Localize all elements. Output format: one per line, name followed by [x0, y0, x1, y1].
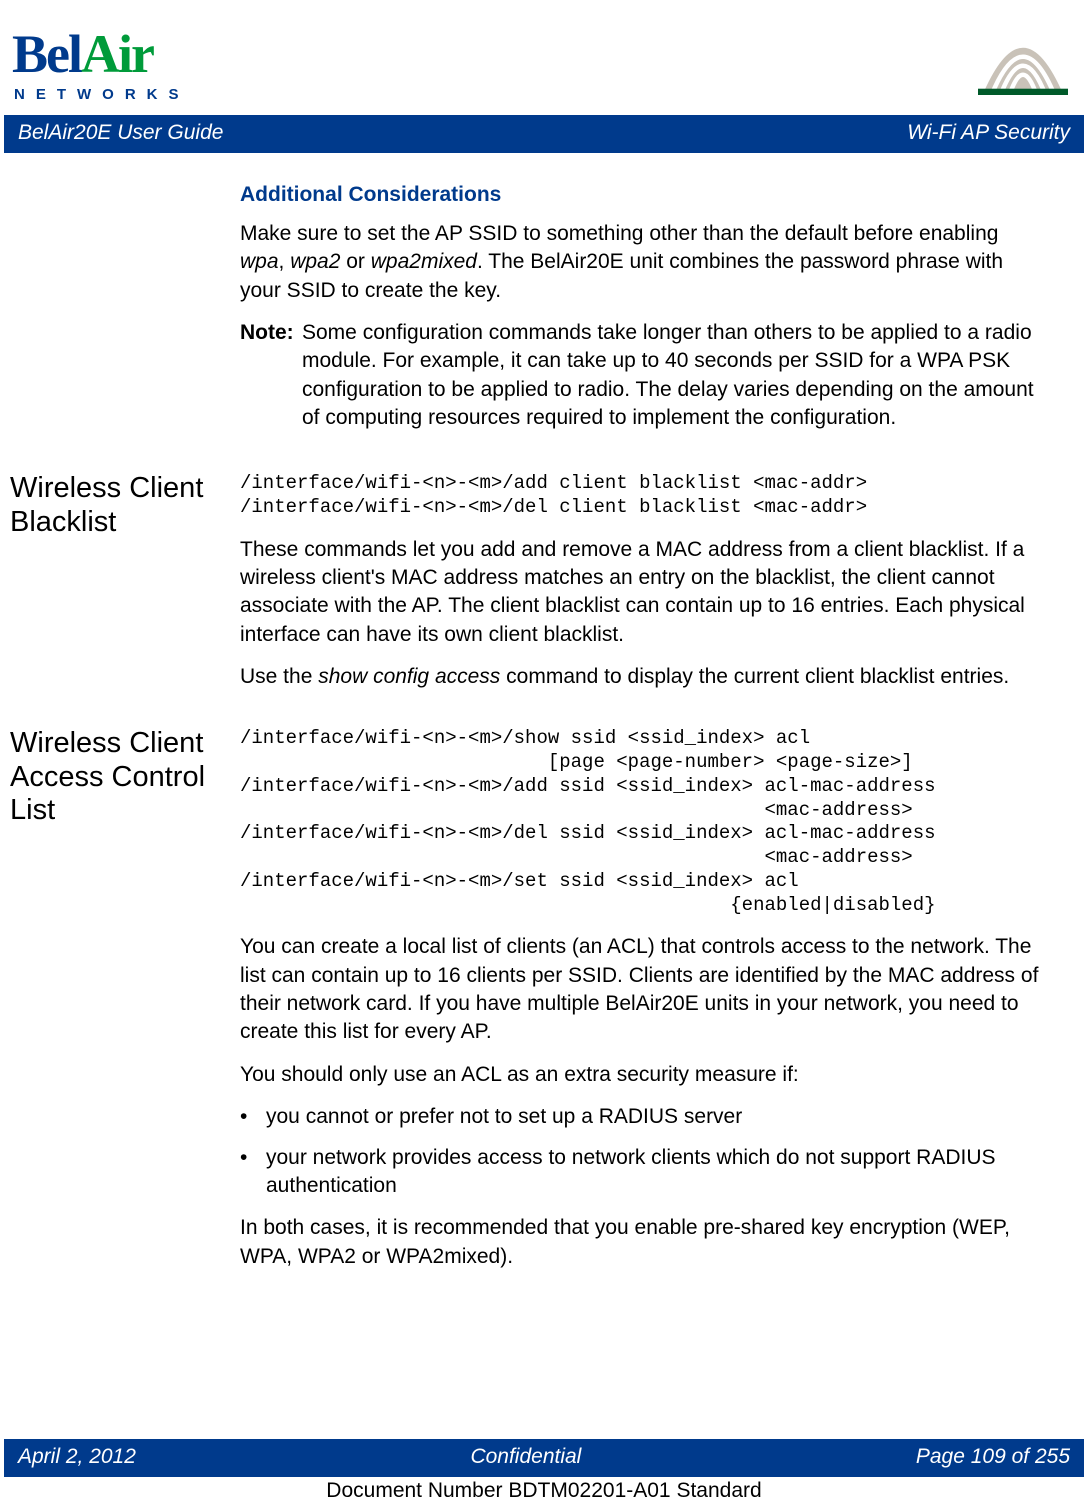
page-header: BelAir NETWORKS [0, 0, 1088, 115]
doc-title-left: BelAir20E User Guide [18, 119, 223, 147]
document-number: Document Number BDTM02201-A01 Standard [0, 1477, 1088, 1505]
footer-bar: April 2, 2012 Confidential Page 109 of 2… [4, 1439, 1084, 1477]
footer-page-number: Page 109 of 255 [916, 1443, 1070, 1471]
code-block: /interface/wifi-<n>-<m>/show ssid <ssid_… [240, 727, 1048, 917]
brand-logo: BelAir NETWORKS [12, 18, 190, 105]
footer-date: April 2, 2012 [18, 1443, 136, 1471]
section-heading-acl: Wireless Client Access Control List [10, 727, 230, 827]
document-title-bar: BelAir20E User Guide Wi-Fi AP Security [4, 115, 1084, 153]
section-heading-blacklist: Wireless Client Blacklist [10, 472, 230, 539]
command-name: show config access [318, 665, 500, 688]
logo-subtext: NETWORKS [12, 85, 190, 105]
body-paragraph: In both cases, it is recommended that yo… [240, 1214, 1048, 1271]
term-wpa: wpa [240, 250, 279, 273]
term-wpa2mixed: wpa2mixed [371, 250, 477, 273]
code-block: /interface/wifi-<n>-<m>/add client black… [240, 472, 1048, 520]
wireless-emblem-icon [978, 18, 1068, 100]
list-item: • you cannot or prefer not to set up a R… [240, 1103, 1048, 1131]
note-text: Some configuration commands take longer … [302, 319, 1048, 432]
doc-title-right: Wi-Fi AP Security [907, 119, 1070, 147]
note-label: Note: [240, 319, 302, 432]
body-paragraph: You should only use an ACL as an extra s… [240, 1061, 1048, 1089]
body-paragraph: Use the show config access command to di… [240, 663, 1048, 691]
logo-text-air: Air [81, 18, 153, 91]
list-item: • your network provides access to networ… [240, 1144, 1048, 1201]
body-paragraph: Make sure to set the AP SSID to somethin… [240, 220, 1048, 305]
subsection-heading: Additional Considerations [240, 181, 1048, 209]
footer-confidential: Confidential [470, 1443, 581, 1471]
body-paragraph: These commands let you add and remove a … [240, 536, 1048, 649]
note-block: Note: Some configuration commands take l… [240, 319, 1048, 432]
bullet-icon: • [240, 1103, 266, 1131]
logo-text-bel: Bel [12, 18, 81, 91]
body-paragraph: You can create a local list of clients (… [240, 933, 1048, 1046]
term-wpa2: wpa2 [290, 250, 340, 273]
bullet-icon: • [240, 1144, 266, 1201]
bullet-list: • you cannot or prefer not to set up a R… [240, 1103, 1048, 1200]
page-content: Additional Considerations Make sure to s… [0, 153, 1088, 1284]
